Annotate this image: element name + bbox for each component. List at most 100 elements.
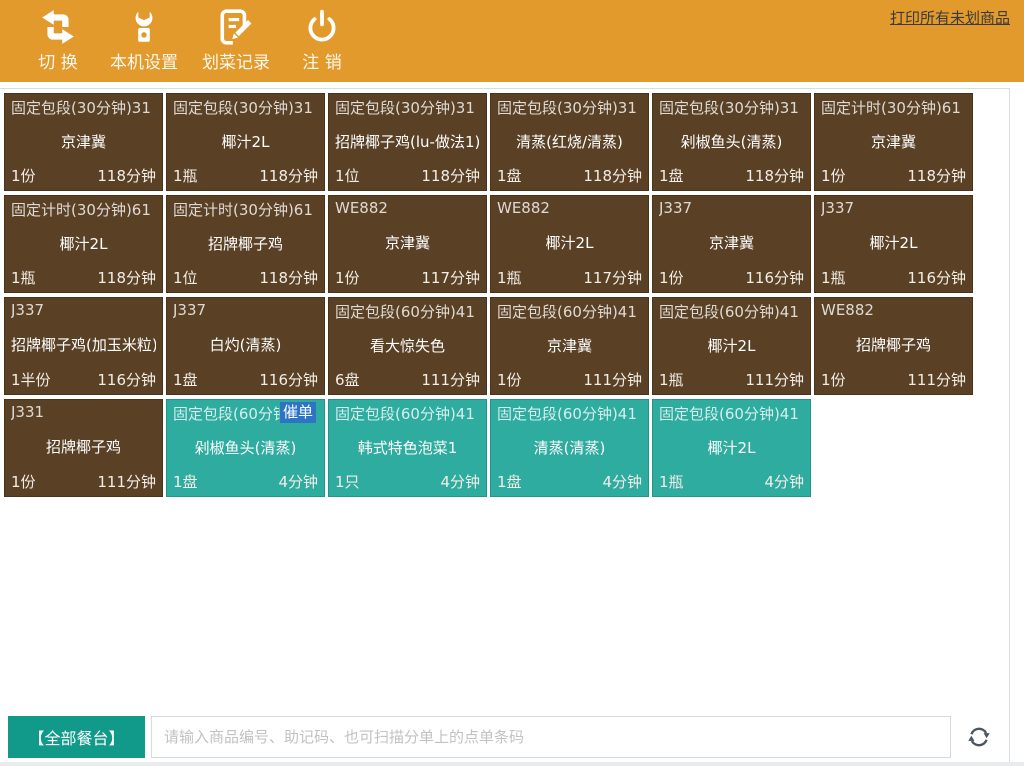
- dish-card[interactable]: WE882 京津冀 1份 117分钟: [328, 195, 487, 293]
- card-elapsed-time: 116分钟: [907, 267, 966, 288]
- card-dish-name: 椰汁2L: [497, 232, 642, 253]
- dish-card[interactable]: J337 白灼(清蒸) 1盘 116分钟: [166, 297, 325, 395]
- card-order-label: WE882: [497, 199, 642, 217]
- dish-card[interactable]: J337 招牌椰子鸡(加玉米粒) 1半份 116分钟: [4, 297, 163, 395]
- card-order-label: WE882: [335, 199, 480, 217]
- all-tables-button[interactable]: 【全部餐台】: [8, 716, 145, 758]
- card-order-label: J331: [11, 403, 156, 421]
- urge-badge: 催单: [280, 402, 316, 423]
- top-toolbar: 切 换 本机设置 划菜记录: [0, 0, 1024, 82]
- card-quantity: 1位: [173, 267, 198, 288]
- dish-card[interactable]: 固定包段(60分钟)41 韩式特色泡菜1 1只 4分钟: [328, 399, 487, 497]
- dish-record-button[interactable]: 划菜记录: [202, 7, 270, 73]
- card-dish-name: 招牌椰子鸡: [11, 436, 156, 457]
- card-elapsed-time: 111分钟: [583, 369, 642, 390]
- card-elapsed-time: 117分钟: [421, 267, 480, 288]
- card-elapsed-time: 118分钟: [97, 267, 156, 288]
- logout-label: 注 销: [302, 48, 341, 73]
- bottom-bar: 【全部餐台】: [0, 716, 1009, 758]
- dish-card[interactable]: J337 京津冀 1份 116分钟: [652, 195, 811, 293]
- card-quantity: 1份: [821, 369, 846, 390]
- dish-card[interactable]: WE882 椰汁2L 1瓶 117分钟: [490, 195, 649, 293]
- print-unmarked-link[interactable]: 打印所有未划商品: [890, 7, 1010, 28]
- dish-card[interactable]: J331 招牌椰子鸡 1份 111分钟: [4, 399, 163, 497]
- card-elapsed-time: 4分钟: [440, 471, 480, 492]
- card-order-label: 固定计时(30分钟)61: [173, 199, 318, 220]
- card-dish-name: 椰汁2L: [11, 233, 156, 254]
- card-order-label: 固定包段(60分钟)41: [497, 301, 642, 322]
- dish-card[interactable]: 固定包段(30分钟)31 京津冀 1份 118分钟: [4, 93, 163, 191]
- card-order-label: WE882: [821, 301, 966, 319]
- card-elapsed-time: 116分钟: [97, 369, 156, 390]
- dish-card[interactable]: J337 椰汁2L 1瓶 116分钟: [814, 195, 973, 293]
- card-quantity: 1瓶: [821, 267, 846, 288]
- card-elapsed-time: 118分钟: [421, 165, 480, 186]
- dish-card[interactable]: 固定计时(30分钟)61 京津冀 1份 118分钟: [814, 93, 973, 191]
- dish-card[interactable]: WE882 招牌椰子鸡 1份 111分钟: [814, 297, 973, 395]
- card-elapsed-time: 111分钟: [421, 369, 480, 390]
- dish-card[interactable]: 固定计时(30分钟)61 椰汁2L 1瓶 118分钟: [4, 195, 163, 293]
- dish-card[interactable]: 固定包段(60分钟)41 剁椒鱼头(清蒸) 1盘 4分钟 催单: [166, 399, 325, 497]
- card-dish-name: 京津冀: [497, 335, 642, 356]
- card-quantity: 1瓶: [173, 165, 198, 186]
- card-order-label: 固定包段(60分钟)41: [659, 301, 804, 322]
- card-quantity: 1瓶: [497, 267, 522, 288]
- card-quantity: 6盘: [335, 369, 360, 390]
- card-quantity: 1只: [335, 471, 360, 492]
- dish-card[interactable]: 固定包段(30分钟)31 剁椒鱼头(清蒸) 1盘 118分钟: [652, 93, 811, 191]
- card-dish-name: 京津冀: [821, 131, 966, 152]
- switch-button[interactable]: 切 换: [30, 7, 86, 73]
- wrench-icon: [125, 7, 163, 47]
- search-input[interactable]: [151, 716, 951, 758]
- card-order-label: 固定计时(30分钟)61: [11, 199, 156, 220]
- card-order-label: 固定包段(30分钟)31: [497, 97, 642, 118]
- card-elapsed-time: 4分钟: [602, 471, 642, 492]
- card-dish-name: 京津冀: [11, 131, 156, 152]
- card-elapsed-time: 118分钟: [583, 165, 642, 186]
- card-elapsed-time: 116分钟: [745, 267, 804, 288]
- card-order-label: 固定计时(30分钟)61: [821, 97, 966, 118]
- card-dish-name: 椰汁2L: [173, 131, 318, 152]
- dish-card[interactable]: 固定包段(30分钟)31 招牌椰子鸡(lu-做法1) 1位 118分钟: [328, 93, 487, 191]
- card-dish-name: 白灼(清蒸): [173, 334, 318, 355]
- dish-card[interactable]: 固定包段(60分钟)41 看大惊失色 6盘 111分钟: [328, 297, 487, 395]
- card-order-label: J337: [659, 199, 804, 217]
- card-quantity: 1盘: [173, 369, 198, 390]
- refresh-button[interactable]: [964, 722, 994, 752]
- card-dish-name: 招牌椰子鸡: [173, 233, 318, 254]
- local-settings-label: 本机设置: [110, 48, 178, 73]
- dish-card[interactable]: 固定包段(30分钟)31 椰汁2L 1瓶 118分钟: [166, 93, 325, 191]
- card-order-label: J337: [173, 301, 318, 319]
- card-elapsed-time: 118分钟: [907, 165, 966, 186]
- card-elapsed-time: 118分钟: [745, 165, 804, 186]
- dish-card[interactable]: 固定包段(30分钟)31 清蒸(红烧/清蒸) 1盘 118分钟: [490, 93, 649, 191]
- card-order-label: 固定包段(30分钟)31: [335, 97, 480, 118]
- card-elapsed-time: 118分钟: [259, 165, 318, 186]
- cards-grid: 固定包段(30分钟)31 京津冀 1份 118分钟 固定包段(30分钟)31 椰…: [0, 89, 1009, 501]
- card-quantity: 1盘: [497, 471, 522, 492]
- power-icon: [303, 7, 341, 47]
- card-elapsed-time: 111分钟: [907, 369, 966, 390]
- card-dish-name: 招牌椰子鸡: [821, 334, 966, 355]
- card-elapsed-time: 118分钟: [259, 267, 318, 288]
- dish-card[interactable]: 固定包段(60分钟)41 椰汁2L 1瓶 111分钟: [652, 297, 811, 395]
- dish-card[interactable]: 固定包段(60分钟)41 清蒸(清蒸) 1盘 4分钟: [490, 399, 649, 497]
- card-dish-name: 招牌椰子鸡(lu-做法1): [335, 131, 480, 152]
- logout-button[interactable]: 注 销: [294, 7, 350, 73]
- card-elapsed-time: 111分钟: [97, 471, 156, 492]
- card-order-label: 固定包段(30分钟)31: [173, 97, 318, 118]
- card-order-label: 固定包段(60分钟)41: [497, 403, 642, 424]
- dish-card[interactable]: 固定计时(30分钟)61 招牌椰子鸡 1位 118分钟: [166, 195, 325, 293]
- card-elapsed-time: 4分钟: [278, 471, 318, 492]
- card-dish-name: 清蒸(红烧/清蒸): [497, 131, 642, 152]
- local-settings-button[interactable]: 本机设置: [110, 7, 178, 73]
- main-panel: 固定包段(30分钟)31 京津冀 1份 118分钟 固定包段(30分钟)31 椰…: [0, 88, 1010, 762]
- bottom-divider: [0, 762, 1024, 766]
- card-order-label: 固定包段(60分钟)41: [335, 301, 480, 322]
- dish-card[interactable]: 固定包段(60分钟)41 京津冀 1份 111分钟: [490, 297, 649, 395]
- card-dish-name: 看大惊失色: [335, 335, 480, 356]
- card-dish-name: 清蒸(清蒸): [497, 437, 642, 458]
- card-elapsed-time: 4分钟: [764, 471, 804, 492]
- dish-card[interactable]: 固定包段(60分钟)41 椰汁2L 1瓶 4分钟: [652, 399, 811, 497]
- switch-label: 切 换: [38, 48, 77, 73]
